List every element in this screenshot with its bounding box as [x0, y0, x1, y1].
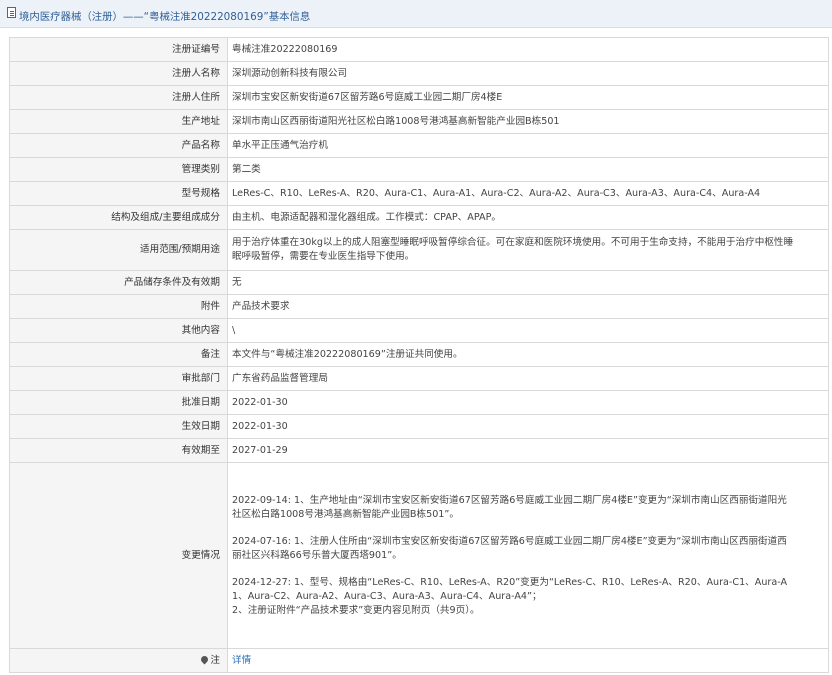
row-label: 有效期至	[9, 438, 228, 463]
row-label: 产品名称	[9, 133, 228, 158]
map-pin-icon	[199, 654, 210, 664]
row-value: 产品技术要求	[227, 294, 829, 319]
row-value: LeRes-C、R10、LeRes-A、R20、Aura-C1、Aura-A1、…	[227, 181, 829, 206]
table-row: 变更情况 2022-09-14: 1、生产地址由“深圳市宝安区新安街道67区留芳…	[9, 462, 829, 649]
row-value: 深圳市南山区西丽街道阳光社区松白路1008号港鸿基高新智能产业园B栋501	[227, 109, 829, 134]
row-value: 深圳市宝安区新安街道67区留芳路6号庭威工业园二期厂房4楼E	[227, 85, 829, 110]
table-row: 审批部门 广东省药品监督管理局	[9, 366, 829, 391]
row-label: 结构及组成/主要组成成分	[9, 205, 228, 230]
table-row: 附件 产品技术要求	[9, 294, 829, 319]
row-label: 注册人名称	[9, 61, 228, 86]
table-row: 注 详情	[9, 648, 829, 673]
row-label: 管理类别	[9, 157, 228, 182]
value-line: 用于治疗体重在30kg以上的成人阻塞型睡眠呼吸暂停综合征。可在家庭和医院环境使用…	[232, 237, 794, 248]
row-value: \	[227, 318, 829, 343]
row-label: 产品储存条件及有效期	[9, 270, 228, 295]
details-link[interactable]: 详情	[232, 655, 251, 666]
row-label: 其他内容	[9, 318, 228, 343]
row-value: 详情	[227, 648, 829, 673]
change-entry: 2022-09-14: 1、生产地址由“深圳市宝安区新安街道67区留芳路6号庭威…	[232, 494, 820, 522]
table-row: 注册证编号 粤械注准20222080169	[9, 37, 829, 62]
row-label: 注	[9, 648, 228, 673]
row-value: 粤械注准20222080169	[227, 37, 829, 62]
registration-info-table: 注册证编号 粤械注准20222080169 注册人名称 深圳源动创新科技有限公司…	[9, 37, 829, 673]
row-label: 附件	[9, 294, 228, 319]
row-label: 型号规格	[9, 181, 228, 206]
row-label: 生产地址	[9, 109, 228, 134]
change-line: 2024-07-16: 1、注册人住所由“深圳市宝安区新安街道67区留芳路6号庭…	[232, 535, 787, 547]
row-label: 生效日期	[9, 414, 228, 439]
table-row: 结构及组成/主要组成成分 由主机、电源适配器和湿化器组成。工作模式：CPAP、A…	[9, 205, 829, 230]
table-row: 产品名称 单水平正压通气治疗机	[9, 133, 829, 158]
page-header: 境内医疗器械（注册）——“粤械注准20222080169”基本信息	[0, 0, 832, 28]
table-row: 有效期至 2027-01-29	[9, 438, 829, 463]
table-row: 适用范围/预期用途 用于治疗体重在30kg以上的成人阻塞型睡眠呼吸暂停综合征。可…	[9, 229, 829, 271]
row-label: 批准日期	[9, 390, 228, 415]
table-row: 注册人住所 深圳市宝安区新安街道67区留芳路6号庭威工业园二期厂房4楼E	[9, 85, 829, 110]
document-icon	[7, 7, 16, 18]
row-value: 广东省药品监督管理局	[227, 366, 829, 391]
row-value: 本文件与“粤械注准20222080169”注册证共同使用。	[227, 342, 829, 367]
row-label: 备注	[9, 342, 228, 367]
row-label: 审批部门	[9, 366, 228, 391]
row-label: 适用范围/预期用途	[9, 229, 228, 271]
table-row: 生效日期 2022-01-30	[9, 414, 829, 439]
table-row: 型号规格 LeRes-C、R10、LeRes-A、R20、Aura-C1、Aur…	[9, 181, 829, 206]
table-row: 生产地址 深圳市南山区西丽街道阳光社区松白路1008号港鸿基高新智能产业园B栋5…	[9, 109, 829, 134]
change-line: 1、Aura-C2、Aura-A2、Aura-C3、Aura-A3、Aura-C…	[232, 590, 542, 602]
change-line: 2024-12-27: 1、型号、规格由“LeRes-C、R10、LeRes-A…	[232, 576, 788, 588]
row-value: 2022-01-30	[227, 414, 829, 439]
row-label-text: 注	[210, 654, 220, 666]
value-line: 眠呼吸暂停，需要在专业医生指导下使用。	[232, 251, 415, 262]
row-label: 注册人住所	[9, 85, 228, 110]
change-line: 丽社区兴科路66号乐普大厦西塔901”。	[232, 549, 402, 561]
table-row: 产品储存条件及有效期 无	[9, 270, 829, 295]
table-row: 备注 本文件与“粤械注准20222080169”注册证共同使用。	[9, 342, 829, 367]
table-row: 管理类别 第二类	[9, 157, 829, 182]
change-history: 2022-09-14: 1、生产地址由“深圳市宝安区新安街道67区留芳路6号庭威…	[227, 462, 829, 649]
page-title: 境内医疗器械（注册）——“粤械注准20222080169”基本信息	[19, 11, 311, 23]
row-value: 由主机、电源适配器和湿化器组成。工作模式：CPAP、APAP。	[227, 205, 829, 230]
row-value: 第二类	[227, 157, 829, 182]
row-label: 变更情况	[9, 462, 228, 649]
change-entry: 2024-12-27: 1、型号、规格由“LeRes-C、R10、LeRes-A…	[232, 576, 820, 618]
row-label: 注册证编号	[9, 37, 228, 62]
change-line: 社区松白路1008号港鸿基高新智能产业园B栋501”。	[232, 508, 459, 520]
row-value: 2022-01-30	[227, 390, 829, 415]
row-value: 深圳源动创新科技有限公司	[227, 61, 829, 86]
row-value: 2027-01-29	[227, 438, 829, 463]
change-line: 2、注册证附件“产品技术要求”变更内容见附页（共9页）。	[232, 604, 480, 616]
table-row: 注册人名称 深圳源动创新科技有限公司	[9, 61, 829, 86]
table-row: 批准日期 2022-01-30	[9, 390, 829, 415]
row-value: 单水平正压通气治疗机	[227, 133, 829, 158]
change-entry: 2024-07-16: 1、注册人住所由“深圳市宝安区新安街道67区留芳路6号庭…	[232, 535, 820, 563]
table-row: 其他内容 \	[9, 318, 829, 343]
row-value: 用于治疗体重在30kg以上的成人阻塞型睡眠呼吸暂停综合征。可在家庭和医院环境使用…	[227, 229, 829, 271]
row-value: 无	[227, 270, 829, 295]
change-line: 2022-09-14: 1、生产地址由“深圳市宝安区新安街道67区留芳路6号庭威…	[232, 494, 787, 506]
